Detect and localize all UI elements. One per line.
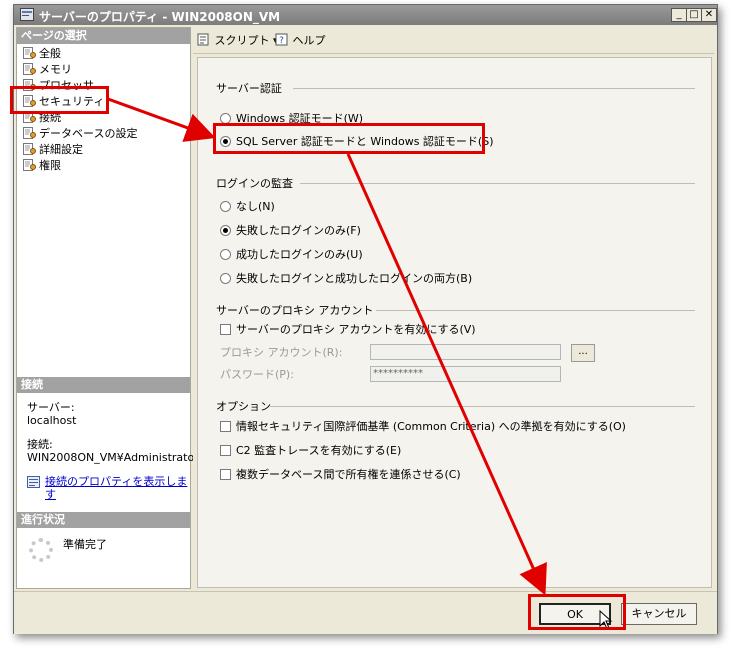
arrow-security-to-mixed: [107, 97, 216, 142]
arrow-mixed-to-ok: [346, 153, 547, 596]
annotation-arrows: [107, 97, 547, 596]
